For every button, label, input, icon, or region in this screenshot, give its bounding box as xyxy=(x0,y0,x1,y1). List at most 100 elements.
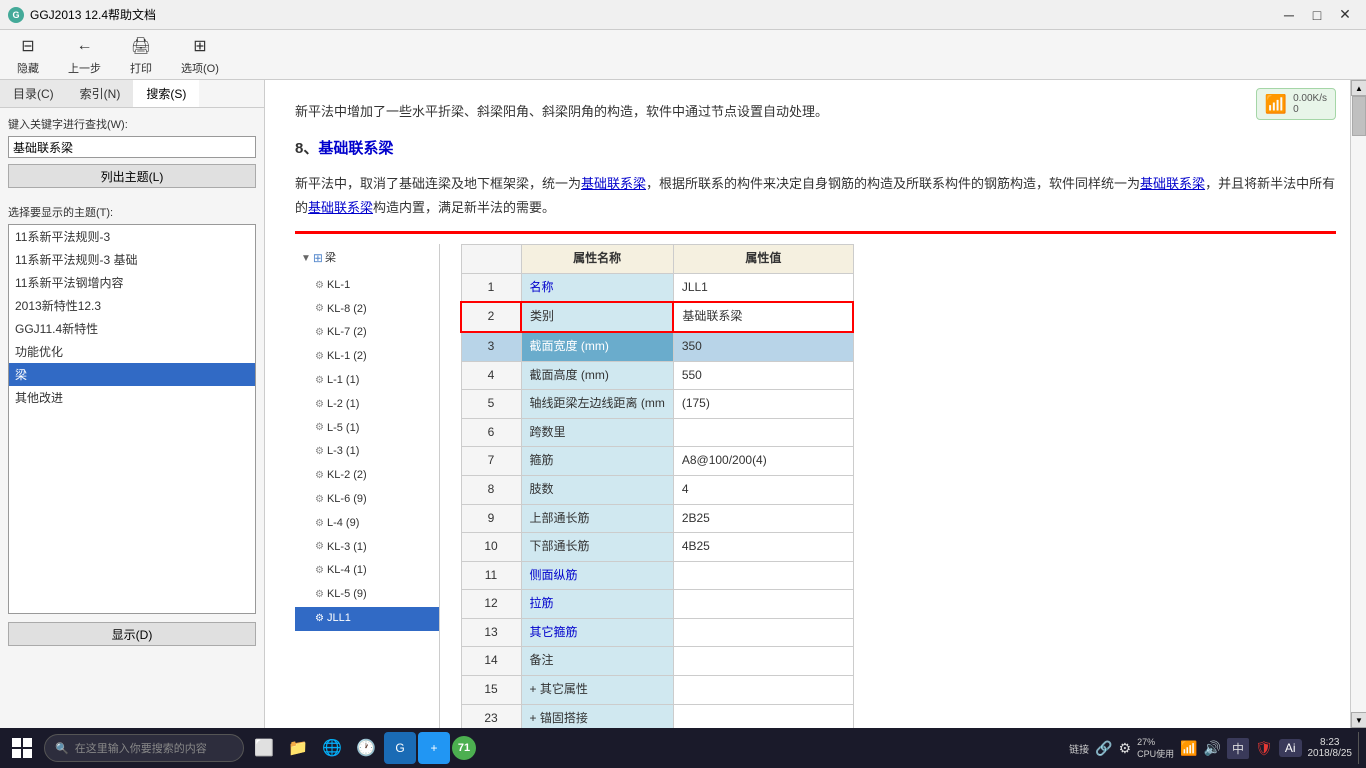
prop-name-cell: 截面高度 (mm) xyxy=(521,361,673,390)
tab-index[interactable]: 索引(N) xyxy=(67,80,134,107)
browser-icon[interactable]: 🌐 xyxy=(316,732,348,764)
clock-icon[interactable]: 🕐 xyxy=(350,732,382,764)
prop-name-link[interactable]: 拉筋 xyxy=(530,596,554,610)
theme-item[interactable]: 2013新特性12.3 xyxy=(9,294,255,317)
tree-root: ▼ ⊞ 梁 xyxy=(295,244,439,274)
start-button[interactable] xyxy=(4,730,40,766)
prop-name-link[interactable]: 其它箍筋 xyxy=(530,625,578,639)
link-jll-3[interactable]: 基础联系梁 xyxy=(308,200,373,215)
ai-label[interactable]: Ai xyxy=(1279,739,1302,757)
main-container: 目录(C) 索引(N) 搜索(S) 键入关键字进行查找(W): 列出主题(L) … xyxy=(0,80,1366,728)
prop-name-link[interactable]: 名称 xyxy=(530,280,554,294)
options-button[interactable]: ⊞ 选项(O) xyxy=(175,32,225,78)
theme-item[interactable]: 功能优化 xyxy=(9,340,255,363)
taskbar-search[interactable]: 🔍 在这里输入你要搜索的内容 xyxy=(44,734,244,762)
row-number: 1 xyxy=(461,273,521,302)
theme-label: 选择要显示的主题(T): xyxy=(8,204,256,220)
antivirus-icon: 🛡 xyxy=(1255,740,1273,757)
theme-item[interactable]: GGJ11.4新特性 xyxy=(9,317,255,340)
right-content[interactable]: 📶 0.00K/s 0 新平法中增加了一些水平折梁、斜梁阳角、斜梁阴角的构造，软… xyxy=(265,80,1366,728)
maximize-button[interactable]: □ xyxy=(1304,5,1330,25)
collapse-icon[interactable]: ▼ xyxy=(301,250,311,268)
gear-icon: ⚙ xyxy=(315,348,324,366)
file-manager-icon[interactable]: 📁 xyxy=(282,732,314,764)
link-jll-1[interactable]: 基础联系梁 xyxy=(581,176,646,191)
tab-contents[interactable]: 目录(C) xyxy=(0,80,67,107)
tree-node[interactable]: ⚙KL-3 (1) xyxy=(295,536,439,560)
show-button[interactable]: 显示(D) xyxy=(8,622,256,646)
tree-node[interactable]: ⚙L-2 (1) xyxy=(295,393,439,417)
wifi-icon: 📶 xyxy=(1265,94,1287,115)
tree-node[interactable]: ⚙KL-4 (1) xyxy=(295,559,439,583)
search-input[interactable] xyxy=(8,136,256,158)
tree-node[interactable]: ⚙KL-2 (2) xyxy=(295,464,439,488)
gear-icon: ⚙ xyxy=(315,538,324,556)
prop-name-cell: 类别 xyxy=(521,302,673,332)
tree-node[interactable]: ⚙KL-6 (9) xyxy=(295,488,439,512)
section-title-link[interactable]: 基础联系梁 xyxy=(318,140,393,157)
row-number: 5 xyxy=(461,390,521,419)
tree-node[interactable]: ⚙KL-1 (2) xyxy=(295,345,439,369)
hide-button[interactable]: ⊟ 隐藏 xyxy=(10,32,46,78)
title-left: G GGJ2013 12.4帮助文档 xyxy=(8,6,156,23)
table-row: 23+ 锚固搭接 xyxy=(461,704,853,728)
print-button[interactable]: 🖨 打印 xyxy=(123,32,159,78)
search-area: 键入关键字进行查找(W): 列出主题(L) xyxy=(0,108,264,196)
tree-node[interactable]: ⚙KL-8 (2) xyxy=(295,298,439,322)
scroll-thumb[interactable] xyxy=(1352,96,1366,136)
tree-root-label: 梁 xyxy=(325,249,336,269)
theme-section: 选择要显示的主题(T): 11系新平法规则-311系新平法规则-3 基础11系新… xyxy=(0,196,264,728)
ggj-icon[interactable]: G xyxy=(384,732,416,764)
gear-icon: ⚙ xyxy=(315,467,324,485)
theme-item[interactable]: 11系新平法规则-3 xyxy=(9,225,255,248)
helper-icon[interactable]: + xyxy=(418,732,450,764)
row-number: 6 xyxy=(461,418,521,447)
tree-node-label: KL-6 (9) xyxy=(327,490,367,510)
settings-icon[interactable]: ⚙ xyxy=(1119,740,1132,757)
close-button[interactable]: ✕ xyxy=(1332,5,1358,25)
theme-item[interactable]: 梁 xyxy=(9,363,255,386)
task-view-icon[interactable]: ⬜ xyxy=(248,732,280,764)
theme-item[interactable]: 11系新平法规则-3 基础 xyxy=(9,248,255,271)
row-number: 9 xyxy=(461,504,521,533)
tree-node-label: L-4 (9) xyxy=(327,514,359,534)
scroll-up-arrow[interactable]: ▲ xyxy=(1351,80,1366,96)
scroll-down-arrow[interactable]: ▼ xyxy=(1351,712,1366,728)
link-jll-2[interactable]: 基础联系梁 xyxy=(1140,176,1205,191)
left-panel: 目录(C) 索引(N) 搜索(S) 键入关键字进行查找(W): 列出主题(L) … xyxy=(0,80,265,728)
tree-node[interactable]: ⚙L-1 (1) xyxy=(295,369,439,393)
tree-node[interactable]: ⚙KL-7 (2) xyxy=(295,321,439,345)
theme-item[interactable]: 其他改进 xyxy=(9,386,255,409)
tree-node[interactable]: ⚙L-4 (9) xyxy=(295,512,439,536)
tab-search[interactable]: 搜索(S) xyxy=(133,80,199,107)
gear-icon: ⚙ xyxy=(315,443,324,461)
prop-value-cell xyxy=(673,676,853,705)
prop-value-cell xyxy=(673,561,853,590)
theme-list[interactable]: 11系新平法规则-311系新平法规则-3 基础11系新平法钢增内容2013新特性… xyxy=(8,224,256,614)
back-button[interactable]: ← 上一步 xyxy=(62,32,107,78)
notification-badge[interactable]: 71 xyxy=(452,736,476,760)
tree-node[interactable]: ⚙KL-1 xyxy=(295,274,439,298)
tree-node[interactable]: ⚙JLL1 xyxy=(295,607,439,631)
ime-label[interactable]: 中 xyxy=(1227,738,1249,759)
tree-node-label: KL-7 (2) xyxy=(327,323,367,343)
prop-name-cell: 上部通长筋 xyxy=(521,504,673,533)
minimize-button[interactable]: ─ xyxy=(1276,5,1302,25)
prop-name-link[interactable]: 侧面纵筋 xyxy=(530,568,578,582)
section-heading: 8、基础联系梁 xyxy=(295,135,1336,162)
tree-node[interactable]: ⚙KL-5 (9) xyxy=(295,583,439,607)
tree-node[interactable]: ⚙L-5 (1) xyxy=(295,417,439,441)
table-row: 9上部通长筋2B25 xyxy=(461,504,853,533)
prop-value-cell xyxy=(673,647,853,676)
print-icon: 🖨 xyxy=(129,34,153,58)
show-desktop-icon[interactable] xyxy=(1358,732,1362,764)
tree-node[interactable]: ⚙L-3 (1) xyxy=(295,440,439,464)
list-topics-button[interactable]: 列出主题(L) xyxy=(8,164,256,188)
right-scrollbar[interactable]: ▲ ▼ xyxy=(1350,80,1366,728)
search-placeholder: 在这里输入你要搜索的内容 xyxy=(75,740,207,756)
theme-item[interactable]: 11系新平法钢增内容 xyxy=(9,271,255,294)
prop-value-cell xyxy=(673,704,853,728)
gear-icon: ⚙ xyxy=(315,300,324,318)
prop-name-cell: 下部通长筋 xyxy=(521,533,673,562)
table-row: 15+ 其它属性 xyxy=(461,676,853,705)
